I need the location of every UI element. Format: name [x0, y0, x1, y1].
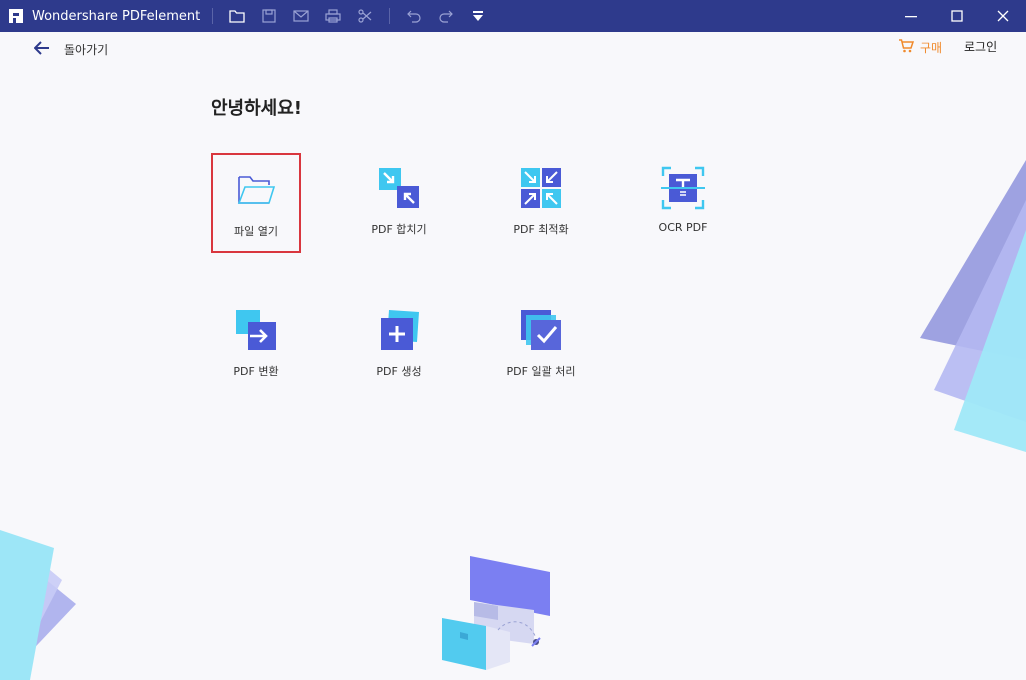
back-label: 돌아가기 — [64, 42, 109, 57]
dropdown-menu-icon[interactable] — [462, 0, 494, 32]
ocr-pdf-tile[interactable]: OCR PDF — [638, 153, 728, 253]
batch-process-icon — [518, 307, 564, 353]
folder-icon[interactable] — [221, 0, 253, 32]
batch-process-tile[interactable]: PDF 일괄 처리 — [496, 295, 586, 395]
optimize-icon — [518, 165, 564, 211]
redo-icon[interactable] — [430, 0, 462, 32]
create-pdf-tile[interactable]: PDF 생성 — [354, 295, 444, 395]
login-button[interactable]: 로그인 — [964, 38, 997, 56]
convert-icon — [233, 307, 279, 353]
minimize-icon[interactable] — [888, 0, 934, 32]
toolbar-separator — [389, 8, 391, 24]
undo-icon[interactable] — [398, 0, 430, 32]
close-icon[interactable] — [980, 0, 1026, 32]
tile-label: 파일 열기 — [234, 225, 278, 238]
open-file-tile[interactable]: 파일 열기 — [211, 153, 301, 253]
tile-label: PDF 합치기 — [371, 223, 427, 236]
cart-icon — [898, 38, 915, 57]
combine-icon — [376, 165, 422, 211]
toolbar-separator — [212, 8, 214, 24]
app-title: Wondershare PDFelement — [32, 8, 201, 24]
optimize-pdf-tile[interactable]: PDF 최적화 — [496, 153, 586, 253]
create-icon — [376, 307, 422, 353]
save-icon[interactable] — [253, 0, 285, 32]
title-bar: Wondershare PDFelement — [0, 0, 1026, 32]
back-button[interactable]: 돌아가기 — [33, 38, 109, 60]
buy-button[interactable]: 구매 — [898, 38, 942, 56]
scissors-icon[interactable] — [349, 0, 381, 32]
decorative-shapes-left — [0, 530, 76, 680]
tile-label: PDF 최적화 — [513, 223, 569, 236]
combine-pdf-tile[interactable]: PDF 합치기 — [354, 153, 444, 253]
box-illustration — [442, 556, 550, 670]
tile-label: PDF 변환 — [233, 365, 279, 378]
decorative-shapes-right — [920, 160, 1026, 452]
tile-label: PDF 생성 — [376, 365, 422, 378]
open-folder-icon — [233, 167, 279, 213]
maximize-icon[interactable] — [934, 0, 980, 32]
tile-label: OCR PDF — [658, 221, 708, 234]
page-title: 안녕하세요! — [211, 98, 303, 119]
arrow-left-icon — [33, 40, 50, 59]
pdfelement-logo-icon — [8, 8, 24, 24]
mail-icon[interactable] — [285, 0, 317, 32]
window-controls — [888, 0, 1026, 32]
print-icon[interactable] — [317, 0, 349, 32]
convert-pdf-tile[interactable]: PDF 변환 — [211, 295, 301, 395]
buy-label: 구매 — [920, 40, 943, 55]
ocr-icon — [660, 165, 706, 211]
tile-label: PDF 일괄 처리 — [506, 365, 576, 378]
